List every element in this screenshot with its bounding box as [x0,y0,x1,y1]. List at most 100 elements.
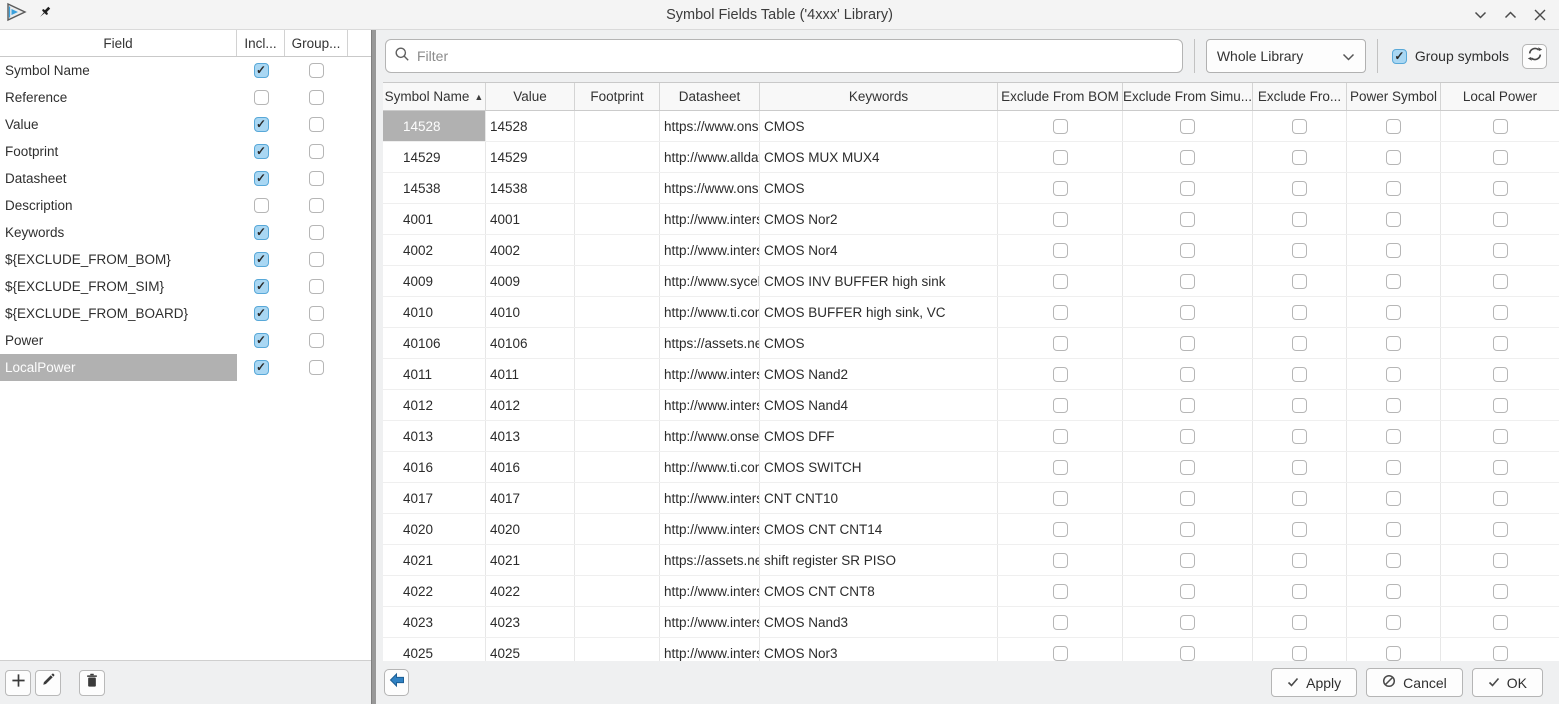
include-checkbox[interactable] [254,90,269,105]
local-power-checkbox[interactable] [1493,119,1508,134]
table-row[interactable]: 4025 4025 http://www.intersil.c CMOS Nor… [383,638,1559,661]
cell-symbol-name[interactable]: 4002 [383,235,486,265]
exclude-bom-checkbox[interactable] [1053,646,1068,661]
exclude-sim-checkbox[interactable] [1180,615,1195,630]
cell-keywords[interactable]: CMOS [760,111,998,141]
cell-value[interactable]: 4023 [486,607,575,637]
cell-footprint[interactable] [575,483,660,513]
group-checkbox[interactable] [309,90,324,105]
cell-value[interactable]: 4002 [486,235,575,265]
exclude-bom-checkbox[interactable] [1053,398,1068,413]
table-row[interactable]: 4011 4011 http://www.intersil.c CMOS Nan… [383,359,1559,390]
exclude-bom-checkbox[interactable] [1053,150,1068,165]
field-row[interactable]: ${EXCLUDE_FROM_BOM} [0,246,371,273]
cell-value[interactable]: 4016 [486,452,575,482]
power-symbol-checkbox[interactable] [1386,305,1401,320]
field-row[interactable]: Symbol Name [0,57,371,84]
filter-field[interactable] [385,39,1183,73]
cell-footprint[interactable] [575,142,660,172]
field-row[interactable]: Footprint [0,138,371,165]
cell-datasheet[interactable]: https://www.onsem [660,111,760,141]
group-checkbox[interactable] [309,171,324,186]
local-power-checkbox[interactable] [1493,646,1508,661]
include-checkbox[interactable] [254,360,269,375]
exclude-board-checkbox[interactable] [1292,181,1307,196]
field-row[interactable]: Description [0,192,371,219]
include-checkbox[interactable] [254,333,269,348]
cell-datasheet[interactable]: http://www.intersil.c [660,390,760,420]
cell-datasheet[interactable]: http://www.ti.com/li [660,452,760,482]
exclude-board-checkbox[interactable] [1292,212,1307,227]
cell-symbol-name[interactable]: 14528 [383,111,486,141]
exclude-bom-checkbox[interactable] [1053,243,1068,258]
cell-datasheet[interactable]: http://www.ti.com/li [660,297,760,327]
grid-header-local-power[interactable]: Local Power [1441,83,1559,110]
back-button[interactable] [384,669,409,696]
cell-keywords[interactable]: CMOS CNT CNT14 [760,514,998,544]
local-power-checkbox[interactable] [1493,274,1508,289]
local-power-checkbox[interactable] [1493,553,1508,568]
include-checkbox[interactable] [254,306,269,321]
exclude-bom-checkbox[interactable] [1053,460,1068,475]
cell-value[interactable]: 4021 [486,545,575,575]
cell-value[interactable]: 4020 [486,514,575,544]
power-symbol-checkbox[interactable] [1386,398,1401,413]
exclude-sim-checkbox[interactable] [1180,646,1195,661]
cell-symbol-name[interactable]: 40106 [383,328,486,358]
cell-keywords[interactable]: CMOS Nor2 [760,204,998,234]
cell-keywords[interactable]: CMOS [760,173,998,203]
cell-keywords[interactable]: CMOS CNT CNT8 [760,576,998,606]
exclude-bom-checkbox[interactable] [1053,274,1068,289]
grid-header-footprint[interactable]: Footprint [575,83,660,110]
include-checkbox[interactable] [254,63,269,78]
cell-symbol-name[interactable]: 4011 [383,359,486,389]
cell-symbol-name[interactable]: 4010 [383,297,486,327]
cell-symbol-name[interactable]: 4020 [383,514,486,544]
local-power-checkbox[interactable] [1493,305,1508,320]
table-row[interactable]: 4013 4013 http://www.onsemi.c CMOS DFF [383,421,1559,452]
exclude-board-checkbox[interactable] [1292,615,1307,630]
exclude-bom-checkbox[interactable] [1053,522,1068,537]
power-symbol-checkbox[interactable] [1386,181,1401,196]
group-symbols-control[interactable]: Group symbols [1392,48,1509,64]
cell-keywords[interactable]: CNT CNT10 [760,483,998,513]
exclude-board-checkbox[interactable] [1292,429,1307,444]
cell-symbol-name[interactable]: 4001 [383,204,486,234]
cell-footprint[interactable] [575,359,660,389]
power-symbol-checkbox[interactable] [1386,646,1401,661]
minimize-icon[interactable] [1473,8,1487,22]
local-power-checkbox[interactable] [1493,181,1508,196]
power-symbol-checkbox[interactable] [1386,584,1401,599]
grid-header-keywords[interactable]: Keywords [760,83,998,110]
grid-header-symbol-name[interactable]: Symbol Name ▲ [383,83,486,110]
cell-value[interactable]: 4001 [486,204,575,234]
power-symbol-checkbox[interactable] [1386,243,1401,258]
table-row[interactable]: 14528 14528 https://www.onsem CMOS [383,111,1559,142]
table-row[interactable]: 4012 4012 http://www.intersil.c CMOS Nan… [383,390,1559,421]
local-power-checkbox[interactable] [1493,150,1508,165]
edit-field-button[interactable] [35,670,61,696]
power-symbol-checkbox[interactable] [1386,367,1401,382]
cell-symbol-name[interactable]: 4009 [383,266,486,296]
cell-symbol-name[interactable]: 4012 [383,390,486,420]
power-symbol-checkbox[interactable] [1386,336,1401,351]
field-row[interactable]: ${EXCLUDE_FROM_SIM} [0,273,371,300]
exclude-bom-checkbox[interactable] [1053,305,1068,320]
cell-symbol-name[interactable]: 14529 [383,142,486,172]
table-row[interactable]: 4010 4010 http://www.ti.com/li CMOS BUFF… [383,297,1559,328]
table-row[interactable]: 4017 4017 http://www.intersil.c CNT CNT1… [383,483,1559,514]
exclude-bom-checkbox[interactable] [1053,367,1068,382]
group-checkbox[interactable] [309,117,324,132]
cell-value[interactable]: 4012 [486,390,575,420]
cell-datasheet[interactable]: http://www.intersil.c [660,483,760,513]
delete-field-button[interactable] [79,670,105,696]
filter-input[interactable] [417,48,1174,64]
table-row[interactable]: 40106 40106 https://assets.nexpe CMOS [383,328,1559,359]
group-checkbox[interactable] [309,279,324,294]
cell-footprint[interactable] [575,266,660,296]
exclude-board-checkbox[interactable] [1292,367,1307,382]
field-label[interactable]: ${EXCLUDE_FROM_SIM} [0,273,237,300]
cell-symbol-name[interactable]: 4016 [383,452,486,482]
field-label[interactable]: Datasheet [0,165,237,192]
exclude-bom-checkbox[interactable] [1053,584,1068,599]
